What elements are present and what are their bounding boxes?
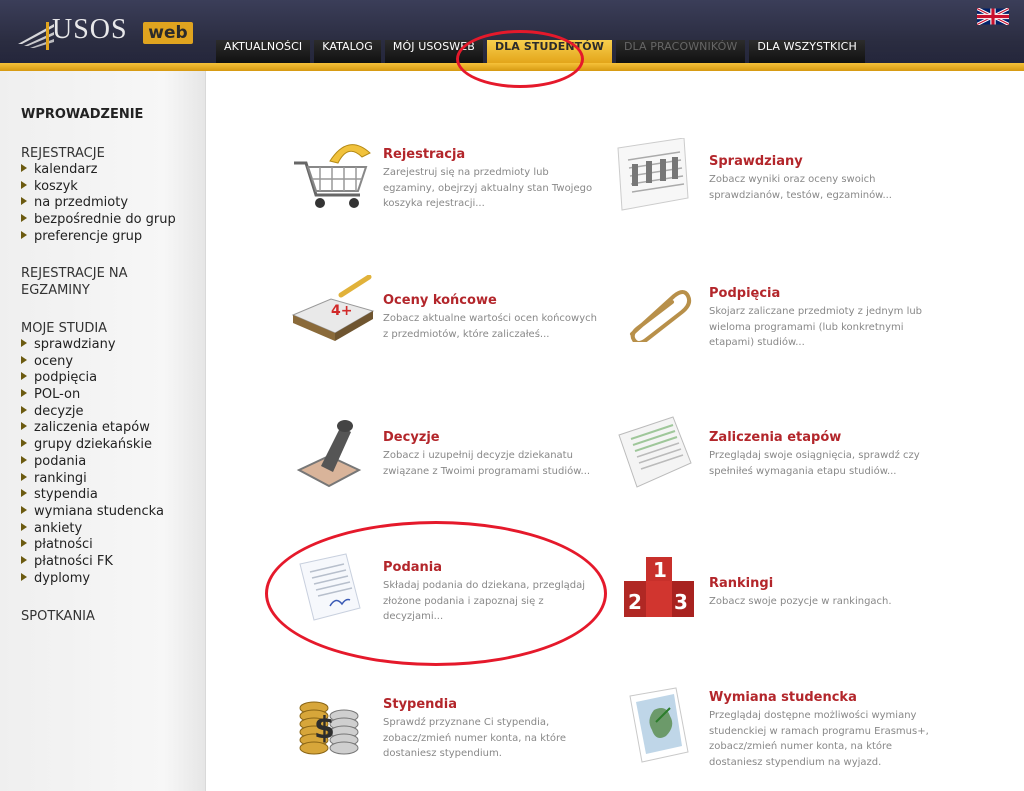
podium-icon[interactable]: 1 2 3: [622, 553, 696, 621]
sidebar-item-ankiety[interactable]: ankiety: [20, 521, 164, 538]
podania-highlight-oval: [265, 521, 607, 666]
logo-wings-icon: [18, 22, 54, 50]
tab-dla-pracownikow[interactable]: DLA PRACOWNIKÓW: [615, 40, 746, 63]
logo-badge: web: [143, 22, 193, 44]
sidebar-item-rankingi[interactable]: rankingi: [20, 471, 164, 488]
sidebar-section-rejestracje[interactable]: REJESTRACJE: [21, 145, 191, 162]
sidebar-list-moje-studia: sprawdziany oceny podpięcia POL-on decyz…: [20, 337, 164, 588]
tab-dla-wszystkich[interactable]: DLA WSZYSTKICH: [749, 40, 865, 63]
tab-highlight-oval: [456, 30, 584, 88]
uk-flag-icon[interactable]: [977, 8, 1009, 25]
paperclip-icon[interactable]: [622, 282, 692, 342]
bullet-icon: [20, 354, 30, 365]
bullet-icon: [20, 388, 30, 399]
card-desc-rejestracja: Zarejestruj się na przedmioty lub egzami…: [383, 167, 593, 209]
card-sprawdziany: Sprawdziany Zobacz wyniki oraz oceny swo…: [709, 154, 1009, 203]
checklist-icon[interactable]: [617, 415, 693, 491]
bullet-icon: [20, 504, 30, 515]
bullet-icon: [20, 404, 30, 415]
sidebar-item-bezposrednie[interactable]: bezpośrednie do grup: [20, 212, 176, 229]
sidebar-item-platnosci[interactable]: płatności: [20, 537, 164, 554]
grade-sheet-icon[interactable]: [612, 138, 692, 214]
bullet-icon: [20, 229, 30, 240]
bullet-icon: [20, 438, 30, 449]
bullet-icon: [20, 338, 30, 348]
sidebar-item-kalendarz[interactable]: kalendarz: [20, 162, 176, 179]
card-wymiana-studencka: Wymiana studencka Przeglądaj dostępne mo…: [709, 690, 1009, 770]
sidebar-item-preferencje[interactable]: preferencje grup: [20, 229, 176, 246]
sidebar-item-wymiana-studencka[interactable]: wymiana studencka: [20, 504, 164, 521]
sidebar-item-decyzje[interactable]: decyzje: [20, 404, 164, 421]
svg-text:3: 3: [674, 590, 688, 614]
card-title-wymiana-studencka[interactable]: Wymiana studencka: [709, 690, 1009, 705]
sidebar-item-stypendia[interactable]: stypendia: [20, 487, 164, 504]
sidebar-item-grupy-dziekanskie[interactable]: grupy dziekańskie: [20, 437, 164, 454]
coins-icon[interactable]: $: [296, 688, 366, 760]
bullet-icon: [20, 179, 30, 190]
sidebar-section-moje-studia[interactable]: MOJE STUDIA: [21, 320, 191, 337]
sidebar-list-rejestracje: kalendarz koszyk na przedmioty bezpośred…: [20, 162, 176, 246]
svg-text:2: 2: [628, 590, 642, 614]
card-desc-stypendia: Sprawdź przyznane Ci stypendia, zobacz/z…: [383, 717, 567, 759]
card-desc-podpiecia: Skojarz zaliczane przedmioty z jednym lu…: [709, 306, 923, 348]
svg-text:1: 1: [653, 558, 667, 582]
card-title-sprawdziany[interactable]: Sprawdziany: [709, 154, 1009, 169]
sidebar: WPROWADZENIE REJESTRACJE kalendarz koszy…: [0, 71, 206, 791]
bullet-icon: [20, 521, 30, 532]
sidebar-item-sprawdziany[interactable]: sprawdziany: [20, 337, 164, 354]
card-title-zaliczenia-etapow[interactable]: Zaliczenia etapów: [709, 430, 1009, 445]
sidebar-item-pol-on[interactable]: POL-on: [20, 387, 164, 404]
bullet-icon: [20, 163, 30, 173]
sidebar-heading[interactable]: WPROWADZENIE: [21, 107, 143, 122]
sidebar-section-spotkania[interactable]: SPOTKANIA: [21, 608, 191, 625]
sidebar-item-koszyk[interactable]: koszyk: [20, 179, 176, 196]
bullet-icon: [20, 454, 30, 465]
sidebar-item-podania[interactable]: podania: [20, 454, 164, 471]
card-desc-wymiana-studencka: Przeglądaj dostępne możliwości wymiany s…: [709, 710, 929, 768]
bullet-icon: [20, 371, 30, 382]
bullet-icon: [20, 196, 30, 207]
usosweb-logo[interactable]: USOS web: [16, 12, 206, 56]
card-desc-rankingi: Zobacz swoje pozycje w rankingach.: [709, 596, 892, 607]
bullet-icon: [20, 571, 30, 582]
sidebar-item-podpiecia[interactable]: podpięcia: [20, 370, 164, 387]
bullet-icon: [20, 213, 30, 224]
card-desc-zaliczenia-etapow: Przeglądaj swoje osiągnięcia, sprawdź cz…: [709, 450, 920, 477]
card-zaliczenia-etapow: Zaliczenia etapów Przeglądaj swoje osiąg…: [709, 430, 1009, 479]
gradebook-icon[interactable]: 4+: [291, 275, 377, 345]
map-icon[interactable]: [626, 686, 692, 766]
sidebar-item-zaliczenia-etapow[interactable]: zaliczenia etapów: [20, 420, 164, 437]
stamp-icon[interactable]: [293, 410, 363, 496]
bullet-icon: [20, 488, 30, 499]
tab-aktualnosci[interactable]: AKTUALNOŚCI: [216, 40, 311, 63]
sidebar-item-dyplomy[interactable]: dyplomy: [20, 571, 164, 588]
sidebar-item-platnosci-fk[interactable]: płatności FK: [20, 554, 164, 571]
gradebook-grade: 4+: [331, 303, 352, 319]
tab-katalog[interactable]: KATALOG: [314, 40, 381, 63]
sidebar-item-oceny[interactable]: oceny: [20, 354, 164, 371]
shopping-cart-icon[interactable]: [290, 133, 376, 213]
card-podpiecia: Podpięcia Skojarz zaliczane przedmioty z…: [709, 286, 1009, 351]
card-title-podpiecia[interactable]: Podpięcia: [709, 286, 1009, 301]
card-title-rankingi[interactable]: Rankingi: [709, 576, 1009, 591]
bullet-icon: [20, 421, 30, 432]
svg-text:$: $: [314, 711, 335, 746]
bullet-icon: [20, 554, 30, 565]
logo-text: USOS: [52, 14, 128, 45]
card-rankingi: Rankingi Zobacz swoje pozycje w rankinga…: [709, 576, 1009, 610]
sidebar-section-egzaminy[interactable]: REJESTRACJE NA EGZAMINY: [21, 265, 141, 299]
sidebar-item-na-przedmioty[interactable]: na przedmioty: [20, 195, 176, 212]
card-desc-sprawdziany: Zobacz wyniki oraz oceny swoich sprawdzi…: [709, 174, 892, 201]
card-desc-oceny-koncowe: Zobacz aktualne wartości ocen końcowych …: [383, 313, 597, 340]
bullet-icon: [20, 471, 30, 482]
card-desc-decyzje: Zobacz i uzupełnij decyzje dziekanatu zw…: [383, 450, 591, 477]
bullet-icon: [20, 538, 30, 549]
